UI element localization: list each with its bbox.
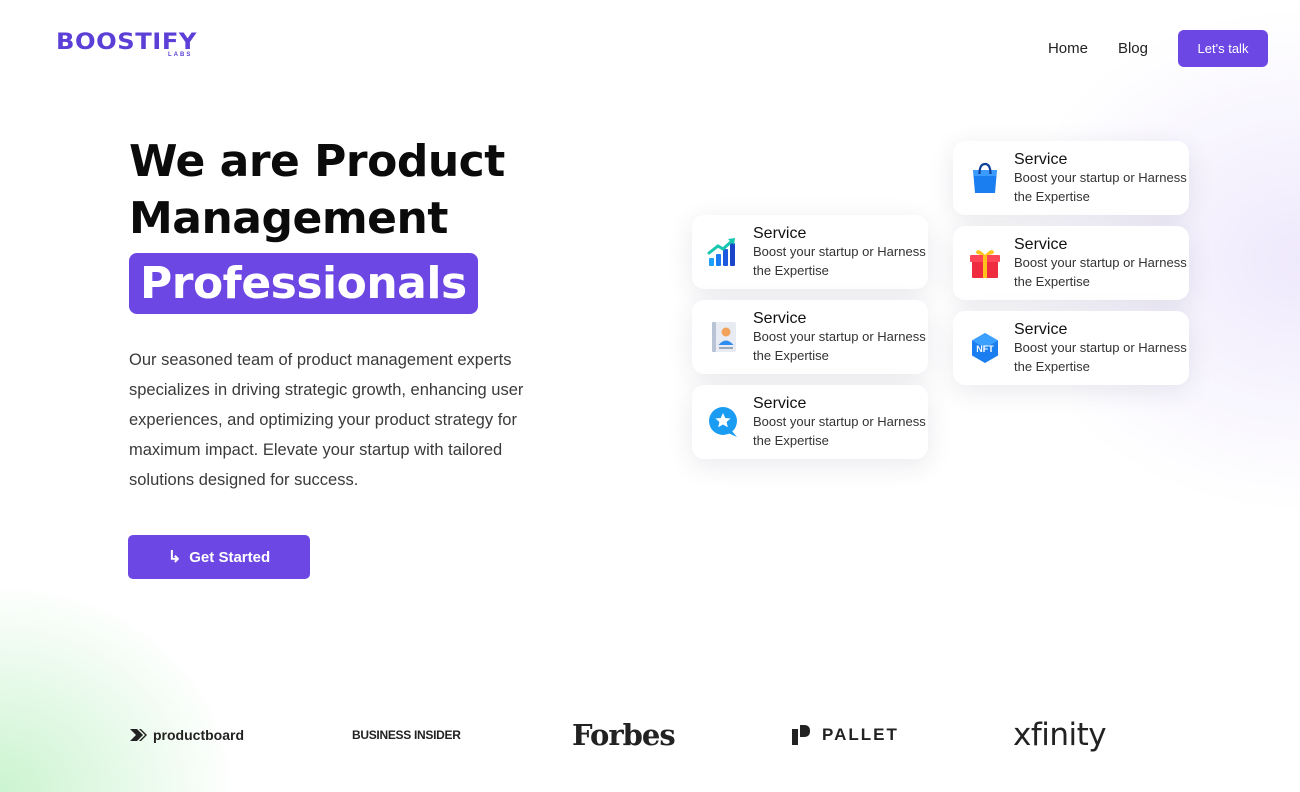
nav-blog-link[interactable]: Blog bbox=[1118, 40, 1148, 57]
service-title: Service bbox=[1014, 321, 1068, 338]
nav-home-link[interactable]: Home bbox=[1048, 40, 1088, 57]
arrow-return-icon: ↳ bbox=[167, 549, 182, 566]
service-title: Service bbox=[753, 310, 807, 327]
pallet-mark-icon bbox=[792, 725, 810, 745]
service-description: Boost your startup or Harness the Expert… bbox=[1014, 255, 1187, 289]
shopping-bag-icon bbox=[973, 162, 997, 193]
service-title: Service bbox=[753, 395, 807, 412]
productboard-mark-icon bbox=[130, 729, 147, 741]
service-card[interactable]: Service Boost your startup or Harness th… bbox=[692, 215, 928, 289]
nft-icon-label: NFT bbox=[976, 344, 994, 354]
lets-talk-button[interactable]: Let's talk bbox=[1178, 30, 1268, 67]
service-title: Service bbox=[753, 225, 807, 242]
logo-subtext: LABS bbox=[168, 52, 193, 58]
productboard-label: productboard bbox=[153, 727, 244, 743]
hero-title: We are Product Management bbox=[129, 136, 505, 244]
pallet-logo: PALLET bbox=[792, 712, 899, 758]
service-card[interactable]: Service Boost your startup or Harness th… bbox=[692, 385, 928, 459]
service-title: Service bbox=[1014, 236, 1068, 253]
service-card[interactable]: NFT Service Boost your startup or Harnes… bbox=[953, 311, 1189, 385]
service-card[interactable]: Service Boost your startup or Harness th… bbox=[953, 226, 1189, 300]
xfinity-logo: xfinity bbox=[1013, 717, 1107, 753]
forbes-logo: Forbes bbox=[572, 718, 676, 752]
get-started-label: Get Started bbox=[189, 548, 271, 566]
business-insider-logo: BUSINESS INSIDER bbox=[352, 728, 461, 742]
service-card[interactable]: Service Boost your startup or Harness th… bbox=[953, 141, 1189, 215]
partner-logos: productboard BUSINESS INSIDER Forbes PAL… bbox=[130, 712, 1130, 758]
chat-star-icon bbox=[709, 407, 737, 437]
logo[interactable]: BOOSTIFY LABS bbox=[56, 32, 216, 64]
service-description: Boost your startup or Harness the Expert… bbox=[1014, 340, 1187, 374]
growth-chart-icon bbox=[707, 238, 735, 266]
get-started-button[interactable]: ↳ Get Started bbox=[128, 535, 310, 579]
service-card[interactable]: Service Boost your startup or Harness th… bbox=[692, 300, 928, 374]
productboard-logo: productboard bbox=[130, 712, 244, 758]
nft-icon: NFT bbox=[972, 333, 998, 363]
service-description: Boost your startup or Harness the Expert… bbox=[753, 244, 926, 278]
hero-highlight: Professionals bbox=[129, 253, 478, 314]
service-title: Service bbox=[1014, 151, 1068, 168]
service-description: Boost your startup or Harness the Expert… bbox=[1014, 170, 1187, 204]
gift-icon bbox=[970, 250, 1000, 278]
hero-description: Our seasoned team of product management … bbox=[129, 351, 524, 489]
profile-book-icon bbox=[712, 322, 736, 352]
service-description: Boost your startup or Harness the Expert… bbox=[753, 414, 926, 448]
service-description: Boost your startup or Harness the Expert… bbox=[753, 329, 926, 363]
main-nav: Home Blog Let's talk bbox=[1048, 30, 1268, 67]
logo-text: BOOSTIFY bbox=[56, 30, 197, 55]
pallet-label: PALLET bbox=[822, 725, 899, 744]
